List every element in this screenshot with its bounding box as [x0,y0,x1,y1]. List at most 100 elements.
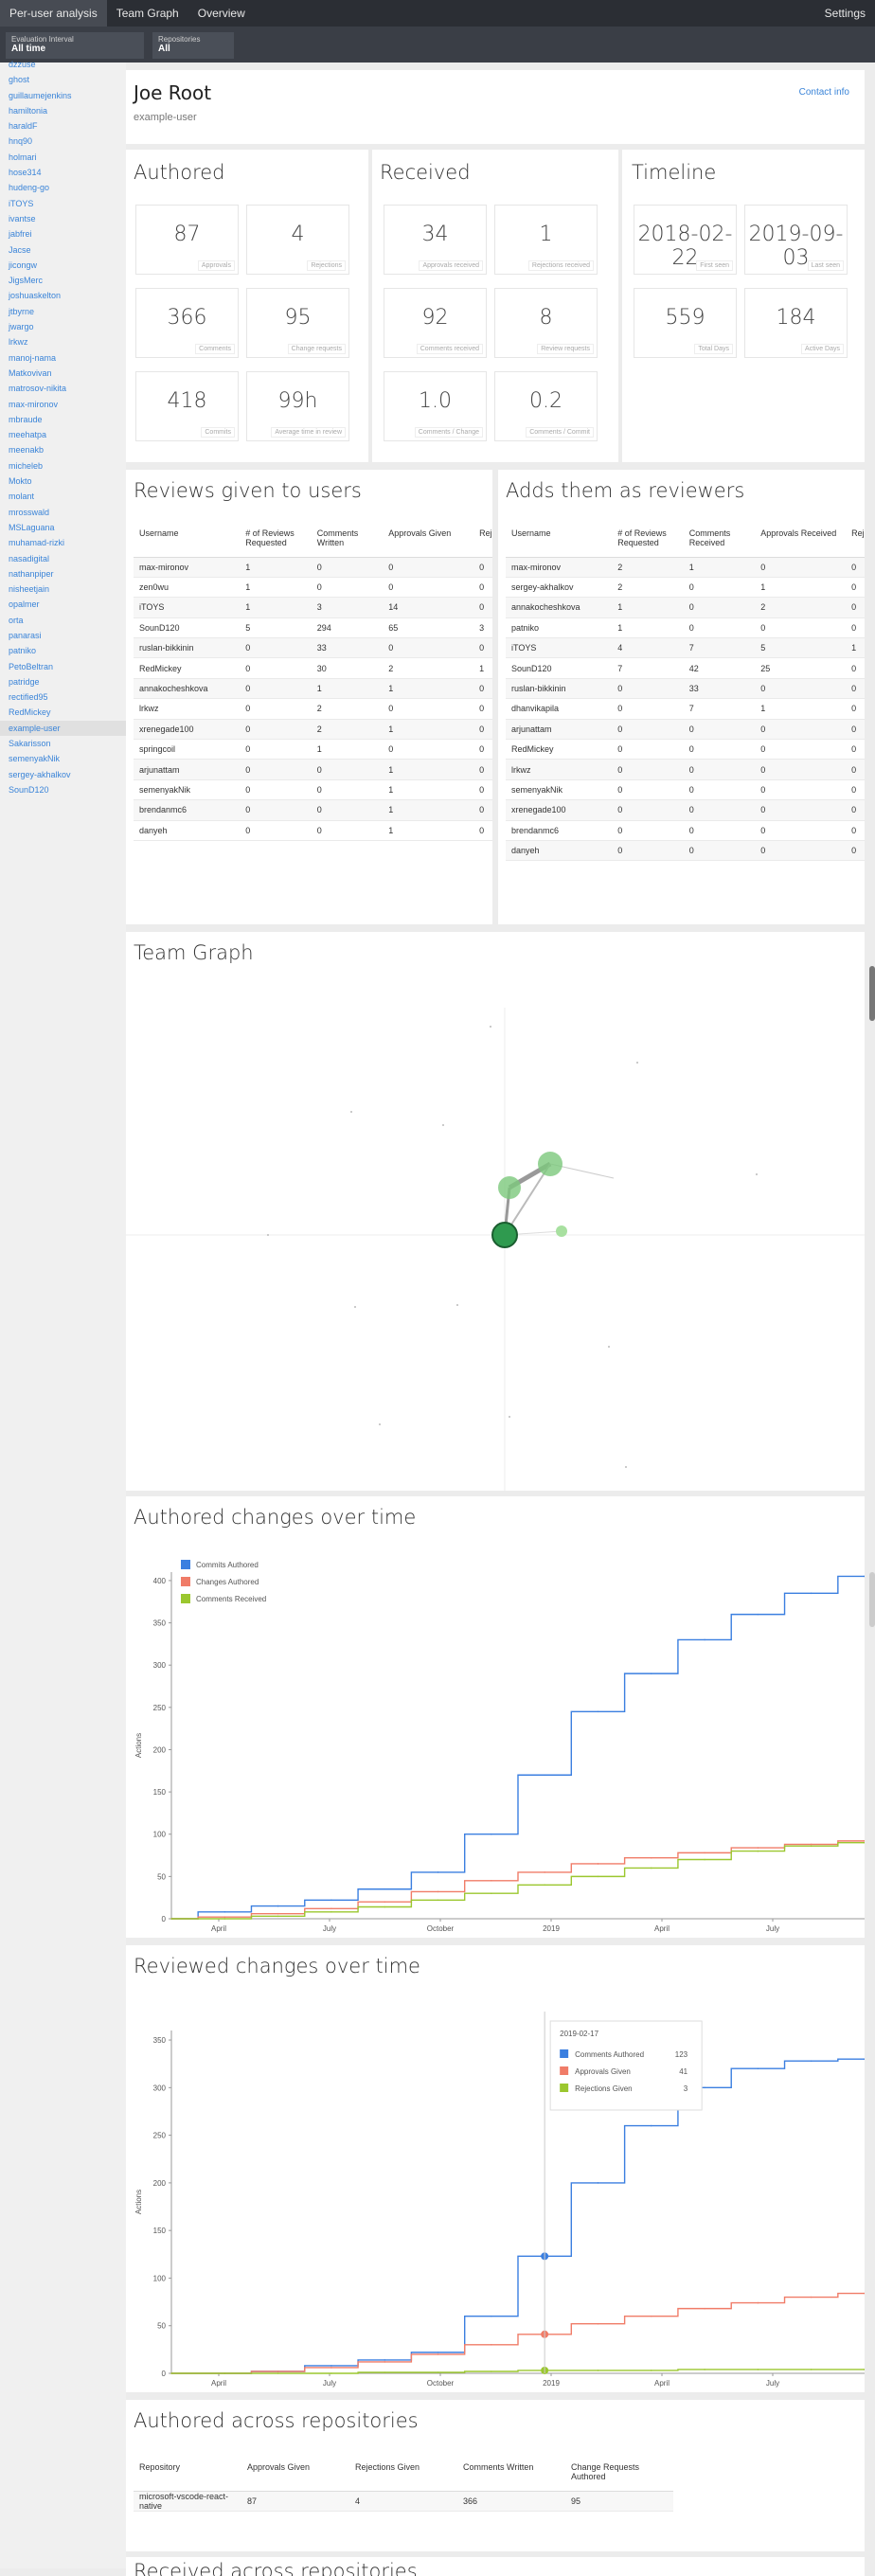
table-row[interactable]: SounD120 7 42 25 0 [506,657,865,679]
graph-node[interactable] [636,1062,638,1064]
data-point[interactable] [704,1852,705,1854]
table-row[interactable]: xrenegade100 0 0 0 0 [506,799,865,821]
sidebar-user-item[interactable]: Jacse [0,242,126,258]
sidebar-user-item[interactable]: meehatpa [0,427,126,442]
table-row[interactable]: max-mironov 1 0 0 0 [134,557,492,578]
data-point[interactable] [704,2307,705,2310]
data-point[interactable] [650,1867,652,1869]
data-point[interactable] [491,2344,492,2346]
sidebar-user-item[interactable]: mbraude [0,412,126,427]
data-point[interactable] [223,1918,226,1920]
sidebar-user-item[interactable]: patniko [0,643,126,658]
graph-node[interactable] [379,1423,381,1425]
data-point[interactable] [704,2369,705,2370]
sidebar-user-item[interactable]: matrosov-nikita [0,381,126,396]
sidebar-user-item[interactable]: sergey-akhalkov [0,767,126,782]
table-row[interactable]: sergey-akhalkov 2 0 1 0 [506,577,865,599]
table-row[interactable]: patniko 1 0 0 0 [506,617,865,639]
data-point[interactable] [810,1843,812,1846]
graph-node[interactable] [509,1416,510,1418]
data-point[interactable] [491,2370,492,2372]
data-point[interactable] [223,2372,226,2374]
graph-node[interactable] [608,1346,610,1348]
table-row[interactable]: danyeh 0 0 0 0 [506,840,865,862]
table-row[interactable]: RedMickey 0 0 0 0 [506,739,865,760]
sidebar-user-item[interactable]: Sakarisson [0,736,126,751]
data-point[interactable] [223,1916,226,1919]
column-header[interactable]: Change Requests Authored [565,2459,673,2492]
column-header[interactable]: Rejections Given [349,2459,457,2492]
data-point[interactable] [384,1901,386,1903]
data-point[interactable] [437,2371,439,2373]
graph-node[interactable] [538,1152,562,1176]
data-point[interactable] [650,2315,652,2317]
interval-filter[interactable]: Evaluation Interval All time [6,32,144,59]
settings-link[interactable]: Settings [825,7,875,20]
data-point[interactable] [277,2370,279,2372]
table-row[interactable]: annakocheshkova 0 1 1 0 [134,678,492,700]
sidebar-user-item[interactable]: haraldF [0,118,126,134]
data-point[interactable] [597,2182,599,2184]
table-row[interactable]: lrkwz 0 2 0 0 [134,698,492,720]
table-row[interactable]: annakocheshkova 1 0 2 0 [506,597,865,618]
sidebar-user-item[interactable]: mrosswald [0,505,126,520]
data-point[interactable] [437,2353,439,2355]
data-point[interactable] [650,2124,652,2127]
tab-team-graph[interactable]: Team Graph [107,0,188,27]
series-line[interactable] [171,1575,865,1920]
column-header[interactable]: Comments Received [683,525,756,558]
data-point[interactable] [757,1850,759,1852]
data-point[interactable] [491,1880,492,1882]
table-row[interactable]: RedMickey 0 30 2 1 [134,657,492,679]
table-row[interactable]: xrenegade100 0 2 1 0 [134,719,492,741]
table-row[interactable]: arjunattam 0 0 1 0 [134,759,492,780]
table-row[interactable]: semenyakNik 0 0 1 0 [134,779,492,801]
graph-node[interactable] [556,1225,567,1237]
data-point[interactable] [330,2367,332,2369]
data-point[interactable] [650,1673,652,1674]
data-point[interactable] [597,1710,599,1713]
sidebar-user-item[interactable]: opalmer [0,597,126,612]
graph-node[interactable] [490,1026,491,1028]
sidebar-user-item[interactable]: hudeng-go [0,180,126,195]
table-row[interactable]: iTOYS 4 7 5 1 [506,637,865,659]
data-point[interactable] [277,1905,279,1907]
data-point[interactable] [384,2371,386,2373]
sidebar-user-item[interactable]: muhamad-rizki [0,535,126,550]
data-point[interactable] [277,1912,279,1915]
column-header[interactable]: Repository [134,2459,241,2492]
data-point[interactable] [757,2369,759,2370]
data-point[interactable] [330,2365,332,2367]
contact-info-link[interactable]: Contact info [799,87,849,98]
data-point[interactable] [544,1774,545,1777]
data-point[interactable] [437,1890,439,1893]
column-header[interactable]: # of Reviews Requested [240,525,312,558]
table-row[interactable]: iTOYS 1 3 14 0 [134,597,492,618]
team-graph-svg[interactable] [126,932,865,1491]
data-point[interactable] [757,1847,759,1849]
sidebar-user-item[interactable]: dzzuse [0,57,126,72]
column-header[interactable]: Username [506,525,613,558]
sidebar-user-item[interactable]: jicongw [0,258,126,273]
sidebar-user-item[interactable]: iTOYS [0,196,126,211]
table-row[interactable]: ruslan-bikkinin 0 33 0 0 [506,678,865,700]
sidebar-user-item[interactable]: Matkovivan [0,366,126,381]
data-point[interactable] [437,2352,439,2353]
data-point[interactable] [757,2067,759,2070]
graph-node[interactable] [625,1466,627,1468]
table-row[interactable]: SounD120 5 294 65 3 [134,617,492,639]
data-point[interactable] [330,1911,332,1913]
sidebar-user-item[interactable]: Mokto [0,474,126,489]
sidebar-user-item[interactable]: manoj-nama [0,350,126,366]
data-point[interactable] [810,2369,812,2370]
sidebar-user-item[interactable]: hose314 [0,165,126,180]
sidebar-user-item[interactable]: semenyakNik [0,751,126,766]
table-row[interactable]: dhanvikapila 0 7 1 0 [506,698,865,720]
scrollbar-thumb[interactable] [869,966,875,1021]
data-point[interactable] [170,2372,172,2374]
repos-filter[interactable]: Repositories All [152,32,234,59]
data-point[interactable] [597,1863,599,1865]
sidebar-user-item[interactable]: max-mironov [0,397,126,412]
sidebar-user-item[interactable]: orta [0,613,126,628]
data-point[interactable] [810,2296,812,2299]
